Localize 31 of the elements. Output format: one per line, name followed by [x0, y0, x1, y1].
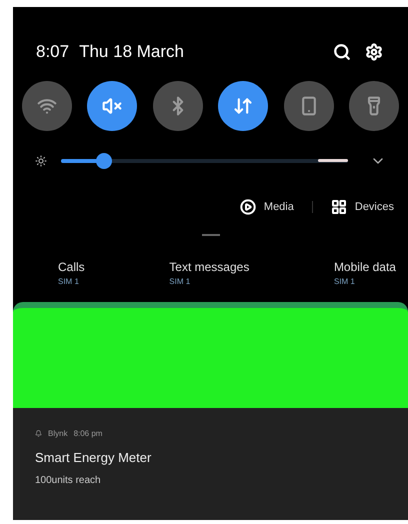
media-button[interactable]: Media: [240, 199, 294, 216]
sim-preference[interactable]: Text messages SIM 1: [169, 258, 250, 288]
quick-toggle[interactable]: [218, 81, 268, 131]
grid-icon: [330, 199, 347, 216]
sim-preference[interactable]: Mobile data SIM 1: [334, 258, 396, 288]
slider-thumb[interactable]: [96, 153, 112, 169]
search-icon[interactable]: [333, 43, 351, 61]
quick-toggle[interactable]: [348, 81, 399, 131]
quick-toggle[interactable]: [284, 81, 334, 131]
notification-body: 100units reach: [35, 474, 102, 488]
mute-icon: [102, 96, 122, 116]
settings-icon[interactable]: [365, 43, 383, 61]
status-date: Thu 18 March: [79, 41, 184, 64]
arrows-icon: [233, 96, 254, 116]
app-name: Blynk: [48, 428, 68, 440]
app-icon: [35, 430, 42, 437]
wifi-icon: [37, 96, 57, 116]
brightness-slider[interactable]: [61, 153, 348, 169]
status-time: 8:07: [36, 41, 70, 64]
notification-card[interactable]: Blynk 8:06 pm Smart Energy Meter 100units reach: [13, 408, 408, 520]
notification-title: Smart Energy Meter: [35, 448, 152, 467]
quick-toggle[interactable]: [87, 81, 138, 131]
notification-time: 8:06 pm: [74, 428, 102, 440]
slider-end-mark: [318, 159, 348, 162]
brightness-icon: [35, 155, 47, 167]
quick-toggle[interactable]: [22, 81, 72, 131]
drag-handle[interactable]: [202, 234, 220, 236]
play-icon: [240, 199, 256, 216]
sim-preference[interactable]: Calls SIM 1: [58, 258, 85, 288]
devices-button[interactable]: Devices: [330, 199, 394, 216]
quick-toggle[interactable]: [152, 81, 203, 131]
